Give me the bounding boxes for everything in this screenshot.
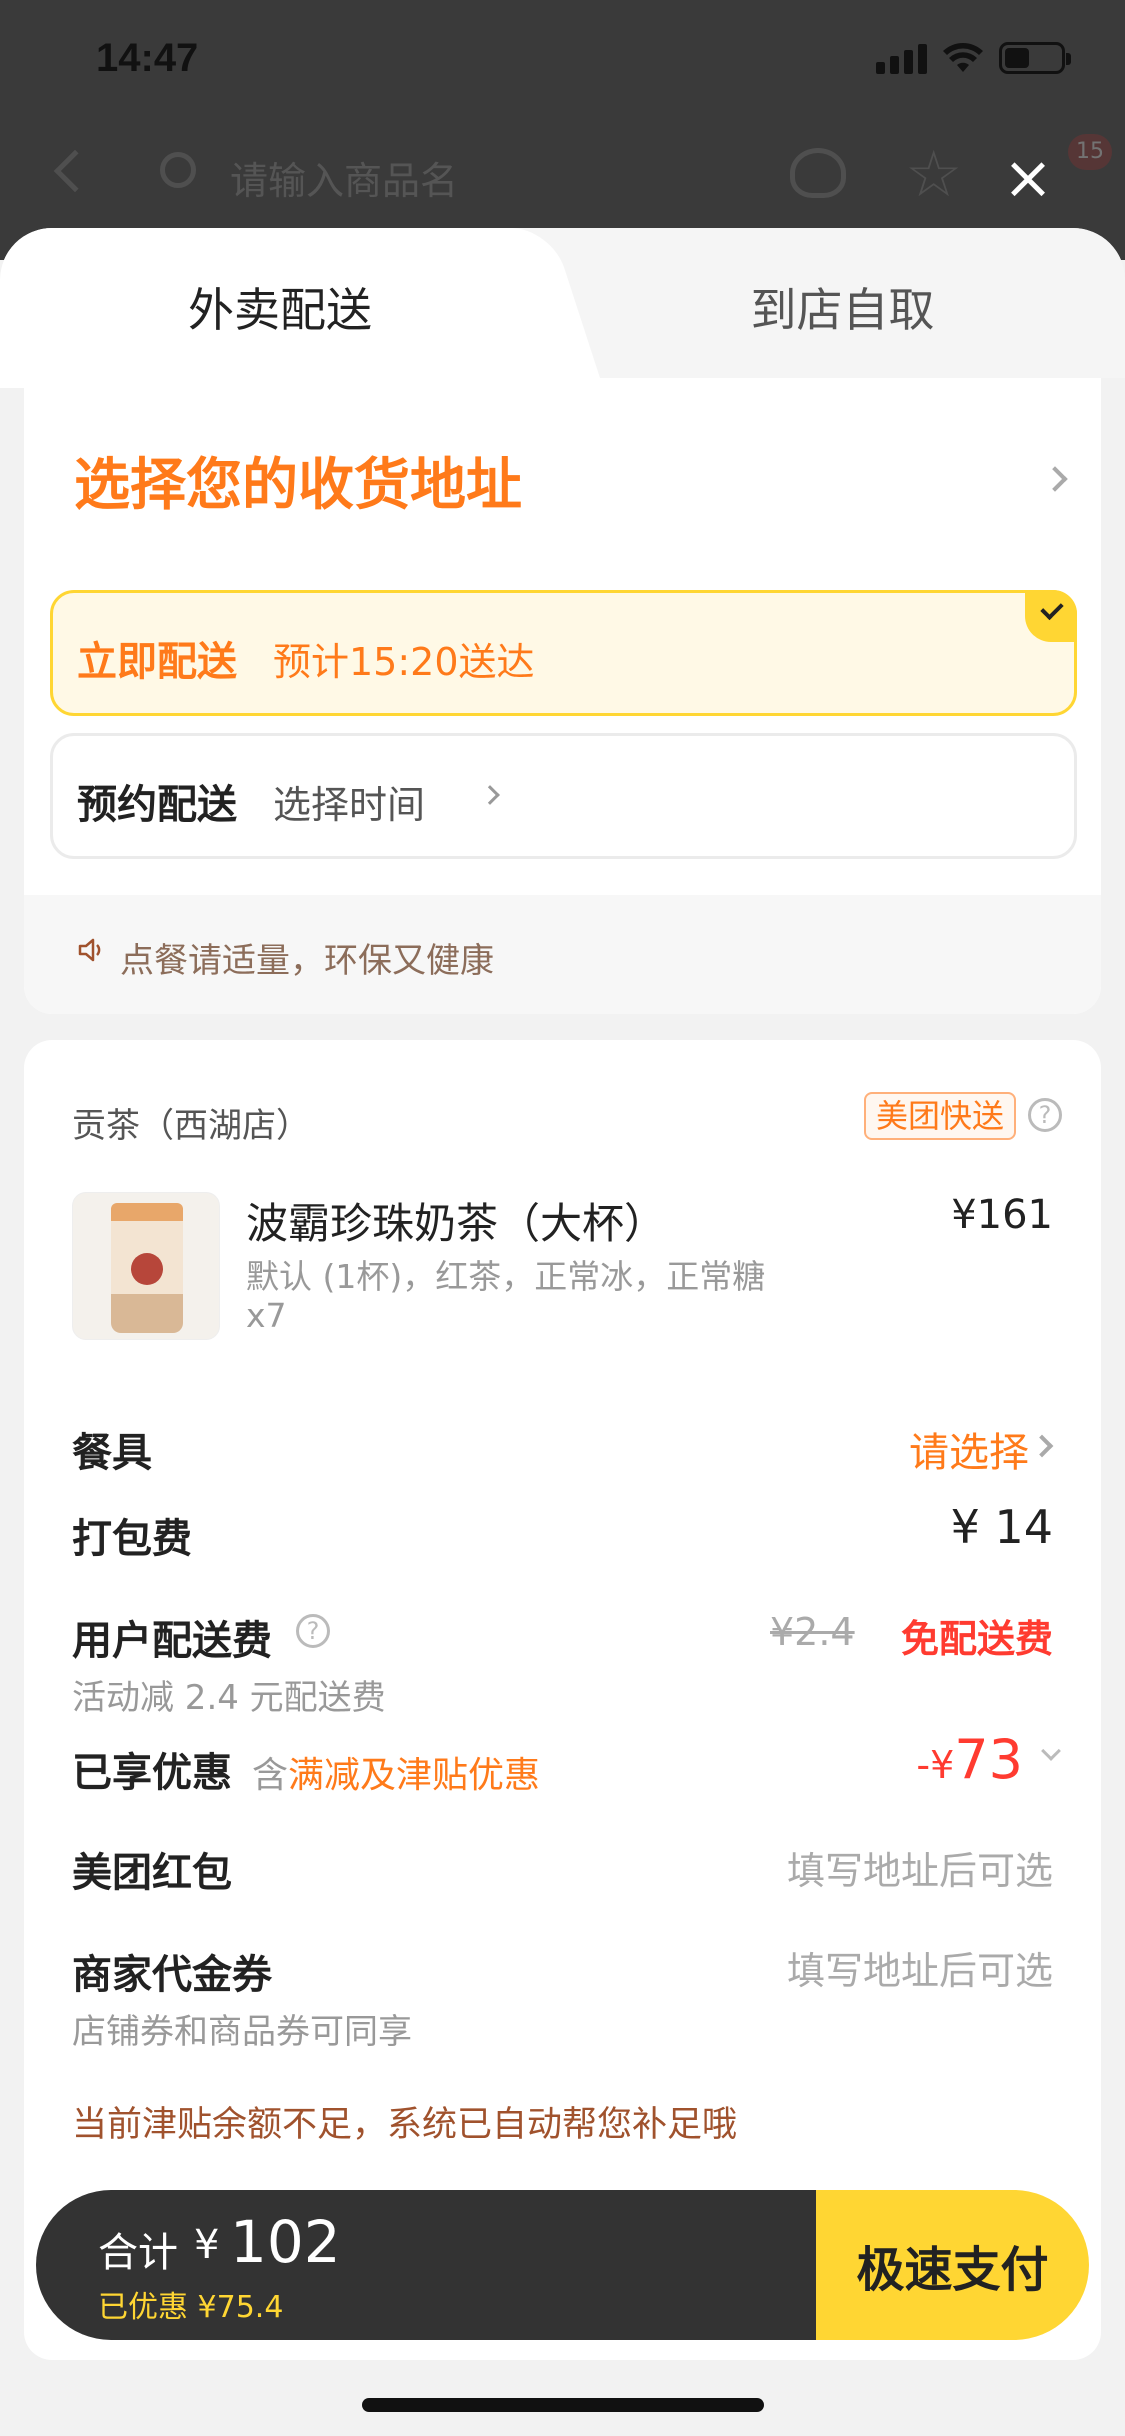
packing-fee-label: 打包费 (72, 1516, 192, 1562)
notification-badge: 15 (1068, 134, 1112, 170)
total-currency: ¥ (194, 2222, 220, 2268)
help-icon[interactable]: ? (296, 1614, 330, 1648)
option-deliver-now[interactable]: 立即配送 预计15:20送达 (50, 590, 1077, 716)
red-packet-value[interactable]: 填写地址后可选 (787, 1840, 1053, 1895)
shop-name: 贡茶（西湖店） (72, 1106, 310, 1146)
total-label: 合计 (98, 2230, 178, 2276)
product-name: 波霸珍珠奶茶（大杯） (246, 1199, 667, 1248)
tableware-select[interactable]: 请选择 (909, 1420, 1029, 1478)
status-icons (876, 42, 1071, 74)
chevron-right-icon[interactable] (1042, 466, 1068, 492)
discount-label: 已享优惠 (72, 1750, 232, 1796)
order-summary-card: 贡茶（西湖店） 美团快送 ? 波霸珍珠奶茶（大杯） ¥161 默认 (1杯)，红… (24, 1040, 1101, 2360)
home-indicator (362, 2398, 764, 2412)
delivery-fee-label: 用户配送费 (72, 1618, 272, 1664)
discount-amount[interactable]: -¥73 (916, 1728, 1023, 1791)
search-placeholder: 请输入商品名 (230, 159, 459, 203)
product-price: ¥161 (951, 1192, 1053, 1238)
product-spec: 默认 (1杯)，红茶，正常冰，正常糖 (246, 1257, 766, 1296)
back-arrow-icon (53, 149, 97, 193)
total-summary: 合计 ¥ 102 已优惠 ¥75.4 (36, 2190, 816, 2340)
product-image (72, 1192, 220, 1340)
status-bar: 14:47 (0, 0, 1125, 120)
payment-bar: 合计 ¥ 102 已优惠 ¥75.4 极速支付 (36, 2190, 1089, 2340)
delivery-badge: 美团快送 (864, 1092, 1017, 1140)
close-icon[interactable]: × (1000, 148, 1056, 208)
delivery-fee-original: ¥2.4 (770, 1610, 855, 1654)
background-app: 14:47 请输入商品名 ☆ 15 (0, 0, 1125, 260)
chat-icon (790, 148, 846, 198)
chevron-down-icon[interactable] (1041, 1741, 1061, 1761)
deliver-now-label: 立即配送 (77, 639, 237, 685)
product-quantity: x7 (246, 1296, 287, 1335)
background-nav: 请输入商品名 ☆ 15 (0, 130, 1125, 240)
subsidy-notice: 当前津贴余额不足，系统已自动帮您补足哦 (72, 2105, 738, 2145)
eco-tip-bar: 点餐请适量，环保又健康 (24, 895, 1101, 1014)
voucher-value[interactable]: 填写地址后可选 (787, 1940, 1053, 1995)
status-time: 14:47 (96, 36, 199, 80)
star-icon: ☆ (905, 138, 963, 212)
address-card: 选择您的收货地址 立即配送 预计15:20送达 预约配送 选择时间 点餐请适量，… (24, 378, 1101, 1014)
packing-fee-value: ¥ 14 (950, 1500, 1053, 1554)
cellular-signal-icon (876, 42, 927, 74)
wifi-icon (943, 43, 983, 72)
eco-tip-text: 点餐请适量，环保又健康 (120, 941, 494, 981)
battery-icon (999, 42, 1071, 74)
speaker-icon (78, 938, 101, 962)
checkout-sheet: 外卖配送 到店自取 选择您的收货地址 立即配送 预计15:20送达 预约配送 选… (0, 228, 1125, 2436)
delivery-fee-note: 活动减 2.4 元配送费 (72, 1678, 386, 1718)
saved-amount: 已优惠 ¥75.4 (98, 2290, 284, 2325)
option-scheduled-delivery[interactable]: 预约配送 选择时间 (50, 733, 1077, 859)
select-address-link[interactable]: 选择您的收货地址 (74, 440, 522, 521)
red-packet-label: 美团红包 (72, 1850, 232, 1896)
scheduled-label: 预约配送 (77, 782, 237, 828)
help-icon[interactable]: ? (1028, 1098, 1062, 1132)
delivery-fee-free: 免配送费 (900, 1617, 1053, 1661)
delivery-mode-tabs: 外卖配送 到店自取 (0, 228, 1125, 388)
chevron-right-icon (480, 785, 500, 805)
tableware-label: 餐具 (72, 1430, 152, 1476)
tab-delivery-label[interactable]: 外卖配送 (0, 274, 560, 340)
discount-detail[interactable]: 含满减及津贴优惠 (252, 1746, 540, 1798)
select-time-link[interactable]: 选择时间 (273, 774, 425, 829)
voucher-note: 店铺券和商品券可同享 (72, 2012, 412, 2052)
tab-pickup[interactable]: 到店自取 (560, 274, 1125, 340)
pay-button[interactable]: 极速支付 (816, 2190, 1089, 2340)
search-icon (160, 152, 196, 188)
chevron-right-icon[interactable] (1030, 1434, 1054, 1458)
checkmark-icon (1025, 590, 1077, 642)
voucher-label: 商家代金券 (72, 1952, 272, 1998)
total-amount: 102 (230, 2208, 341, 2276)
deliver-now-eta: 预计15:20送达 (273, 640, 535, 684)
